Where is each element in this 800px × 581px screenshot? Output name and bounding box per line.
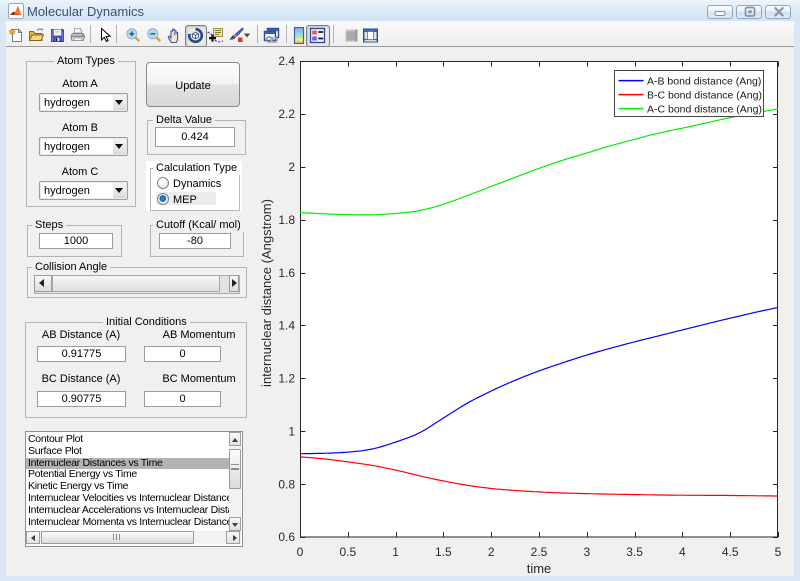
svg-text:time: time [527, 561, 552, 576]
svg-text:0.8: 0.8 [278, 477, 295, 491]
svg-text:3: 3 [583, 545, 590, 559]
svg-text:5: 5 [775, 545, 782, 559]
svg-text:2.2: 2.2 [278, 107, 295, 121]
svg-text:2: 2 [288, 160, 295, 174]
svg-text:1.5: 1.5 [435, 545, 452, 559]
svg-text:4.5: 4.5 [722, 545, 739, 559]
svg-text:A-B bond distance (Ang): A-B bond distance (Ang) [647, 76, 761, 88]
svg-text:1.6: 1.6 [278, 266, 295, 280]
svg-text:1.2: 1.2 [278, 372, 295, 386]
svg-text:2.4: 2.4 [278, 54, 295, 68]
svg-text:B-C bond distance (Ang): B-C bond distance (Ang) [647, 90, 762, 102]
svg-text:A-C bond distance (Ang): A-C bond distance (Ang) [647, 104, 762, 116]
svg-text:4: 4 [679, 545, 686, 559]
svg-text:3.5: 3.5 [626, 545, 643, 559]
svg-text:internuclear distance (Angstro: internuclear distance (Angstrom) [259, 199, 274, 387]
svg-text:2: 2 [488, 545, 495, 559]
svg-text:0.6: 0.6 [278, 530, 295, 544]
svg-text:1: 1 [288, 424, 295, 438]
svg-text:0.5: 0.5 [339, 545, 356, 559]
svg-text:1.4: 1.4 [278, 319, 295, 333]
svg-text:1: 1 [392, 545, 399, 559]
svg-text:1.8: 1.8 [278, 213, 295, 227]
svg-text:0: 0 [297, 545, 304, 559]
svg-text:2.5: 2.5 [531, 545, 548, 559]
